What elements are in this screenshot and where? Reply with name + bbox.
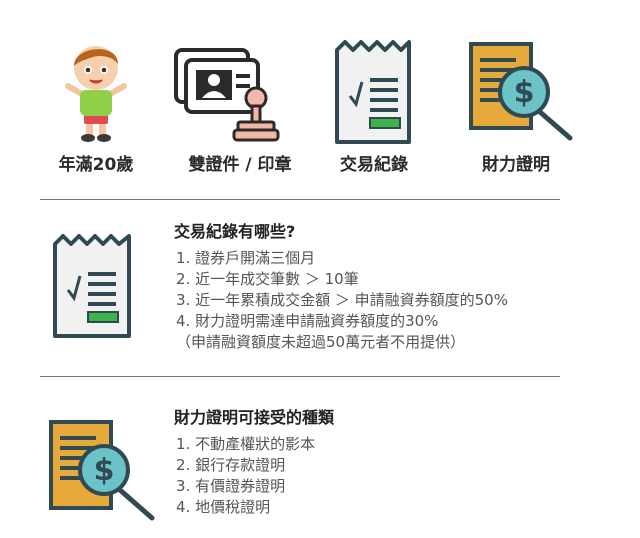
top-item-label-financial: 財力證明	[482, 155, 550, 175]
section-title-transactions: 交易紀錄有哪些?	[174, 222, 296, 241]
list-item: 1. 證券戶開滿三個月	[176, 249, 316, 267]
child-icon	[60, 38, 132, 144]
transactions-list: 1. 證券戶開滿三個月 2. 近一年成交筆數 ＞ 10筆 3. 近一年累積成交金…	[176, 248, 508, 353]
list-item: （申請融資額度未超過50萬元者不用提供）	[176, 333, 466, 351]
list-item: 1. 不動產權狀的影本	[176, 435, 316, 453]
list-item: 3. 近一年累積成交金額 ＞ 申請融資券額度的50%	[176, 291, 508, 309]
svg-text:$: $	[514, 75, 535, 110]
divider	[40, 199, 560, 200]
svg-text:$: $	[94, 453, 115, 488]
section-title-financial: 財力證明可接受的種類	[174, 408, 335, 427]
top-item-label-id: 雙證件 / 印章	[188, 155, 292, 175]
financial-proof-icon: $	[48, 418, 160, 524]
list-item: 2. 銀行存款證明	[176, 456, 286, 474]
financial-list: 1. 不動產權狀的影本 2. 銀行存款證明 3. 有價證券證明 4. 地價稅證明	[176, 434, 315, 518]
financial-proof-icon: $	[468, 40, 576, 144]
receipt-icon	[52, 232, 132, 340]
top-item-label-transactions: 交易紀錄	[340, 155, 408, 175]
list-item: 4. 地價稅證明	[176, 498, 271, 516]
list-item: 3. 有價證券證明	[176, 477, 286, 495]
list-item: 4. 財力證明需達申請融資券額度的30%	[176, 312, 439, 330]
list-item: 2. 近一年成交筆數 ＞ 10筆	[176, 270, 359, 288]
divider	[40, 376, 560, 377]
receipt-icon	[334, 38, 412, 146]
top-item-label-age: 年滿20歲	[58, 155, 134, 175]
id-card-stamp-icon	[172, 44, 288, 144]
